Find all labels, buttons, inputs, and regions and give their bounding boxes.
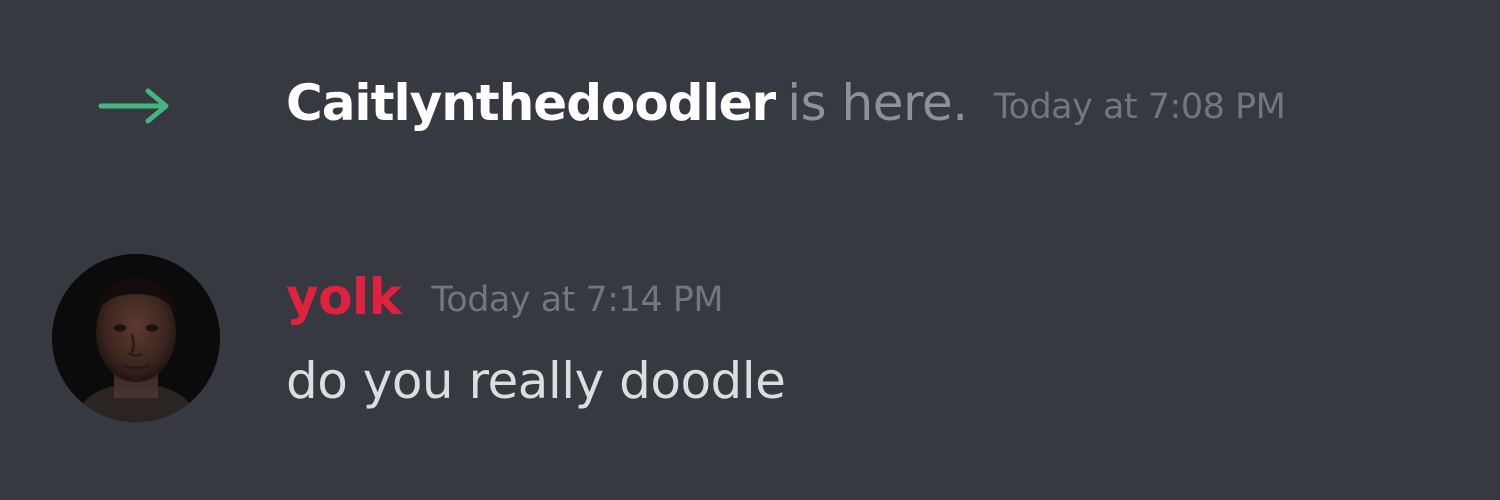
join-arrow-icon [98, 88, 169, 124]
user-message: yolk Today at 7:14 PM do you really doodl… [0, 248, 1500, 448]
system-line: Caitlynthedoodler is here. Today at 7:08 P… [286, 72, 1286, 146]
avatar[interactable] [52, 254, 220, 422]
message-content: do you really doodle [286, 352, 786, 410]
chat-messages: Caitlynthedoodler is here. Today at 7:08 P… [0, 0, 1500, 500]
message-header: yolk Today at 7:14 PM [286, 266, 724, 340]
join-text: is here. [787, 74, 968, 132]
avatar-image [52, 254, 220, 422]
join-username[interactable]: Caitlynthedoodler [286, 74, 776, 132]
system-join-message: Caitlynthedoodler is here. Today at 7:08 P… [0, 62, 1500, 152]
message-username[interactable]: yolk [286, 268, 402, 326]
join-timestamp[interactable]: Today at 7:08 PM [994, 87, 1286, 127]
message-timestamp[interactable]: Today at 7:14 PM [431, 280, 723, 320]
